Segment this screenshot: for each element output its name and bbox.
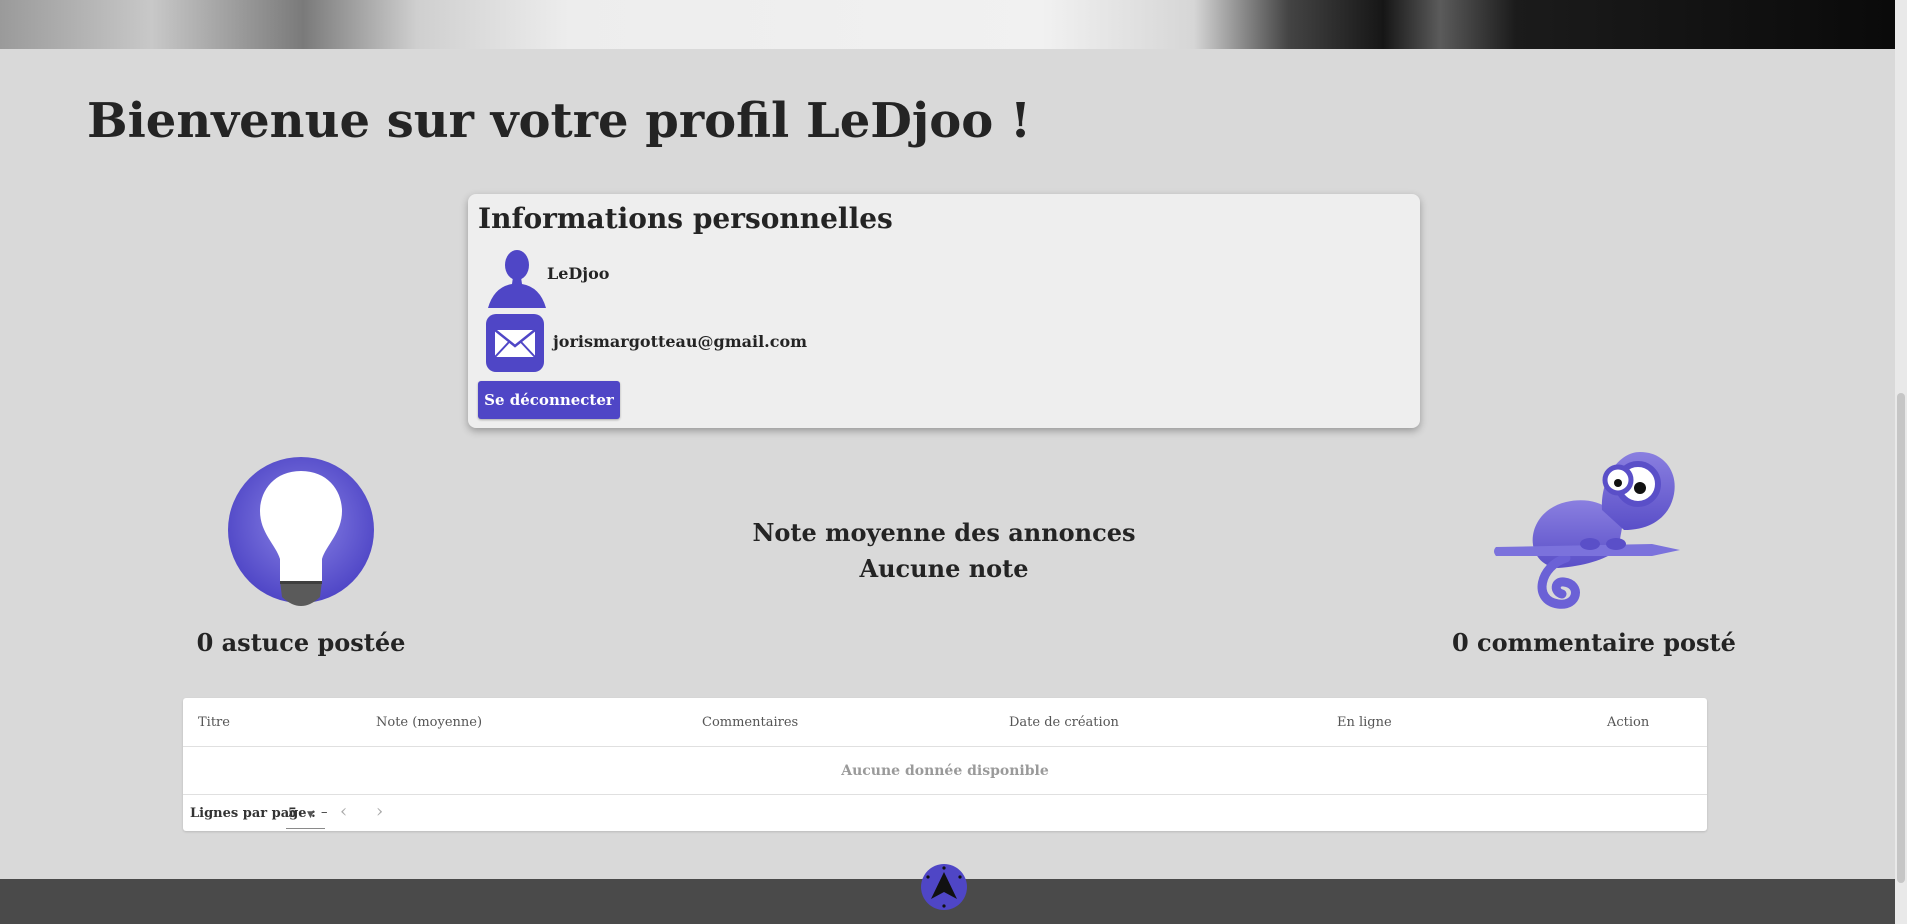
hero-banner-image xyxy=(0,0,1895,49)
column-header-action: Action xyxy=(1607,715,1650,730)
scrollbar-thumb[interactable] xyxy=(1897,393,1905,883)
chameleon-icon xyxy=(1494,452,1680,609)
average-rating-value: Aucune note xyxy=(859,554,1029,583)
rows-per-page-value: 5 xyxy=(288,806,298,821)
footer-divider xyxy=(183,794,1707,795)
tips-count: 0 astuce postée xyxy=(196,628,406,657)
logout-button[interactable]: Se déconnecter xyxy=(478,381,620,419)
user-icon xyxy=(488,250,546,308)
email-address: jorismargotteau@gmail.com xyxy=(553,332,808,351)
column-header-rating[interactable]: Note (moyenne) xyxy=(376,715,482,730)
comments-count: 0 commentaire posté xyxy=(1452,628,1736,657)
chevron-right-icon[interactable]: › xyxy=(376,801,383,822)
chevron-left-icon[interactable]: ‹ xyxy=(340,801,347,822)
caret-down-icon: ▼ xyxy=(307,810,314,820)
arrow-up-icon[interactable] xyxy=(920,863,968,911)
header-divider xyxy=(183,746,1707,747)
page-title: Bienvenue sur votre profil LeDjoo ! xyxy=(87,93,1032,149)
scrollbar[interactable] xyxy=(1895,0,1907,924)
average-rating-title: Note moyenne des annonces xyxy=(752,518,1136,547)
empty-table-message: Aucune donnée disponible xyxy=(841,763,1049,779)
rows-per-page-select[interactable]: 5 ▼ xyxy=(286,802,325,829)
mail-icon xyxy=(486,314,544,372)
personal-info-card: Informations personnelles LeDjoo jorisma… xyxy=(468,194,1420,428)
column-header-created-date[interactable]: Date de création xyxy=(1009,715,1119,730)
lightbulb-icon xyxy=(228,457,374,606)
posts-table: Titre Note (moyenne) Commentaires Date d… xyxy=(183,698,1707,831)
pagination-range: – xyxy=(321,805,328,820)
username: LeDjoo xyxy=(547,264,610,283)
column-header-title[interactable]: Titre xyxy=(198,715,230,730)
card-title: Informations personnelles xyxy=(478,202,893,235)
column-header-online[interactable]: En ligne xyxy=(1337,715,1392,730)
column-header-comments[interactable]: Commentaires xyxy=(702,715,798,730)
